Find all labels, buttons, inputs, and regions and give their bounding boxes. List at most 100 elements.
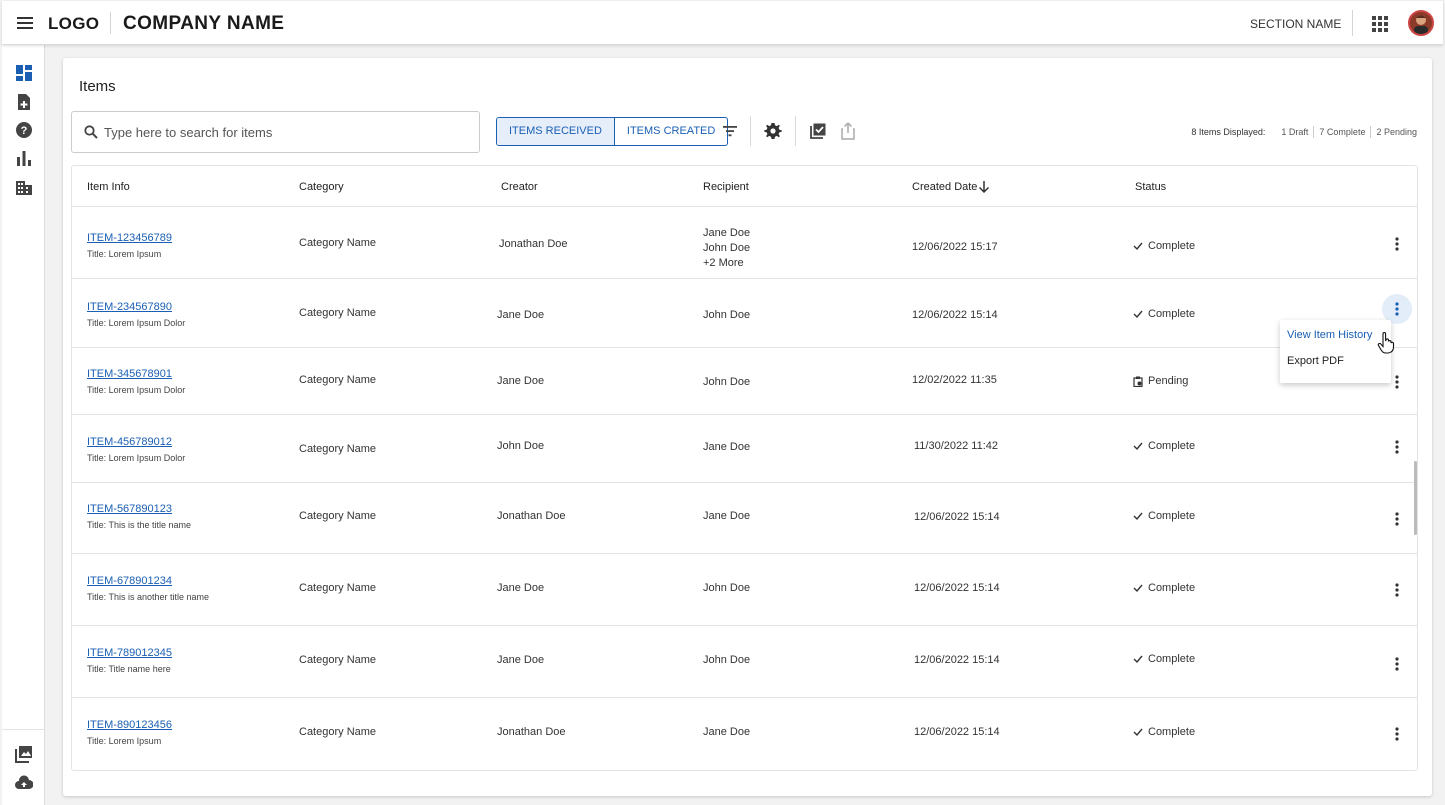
item-title: Title: Title name here — [87, 664, 171, 674]
settings-gear-icon[interactable] — [764, 122, 782, 140]
item-id-link[interactable]: ITEM-890123456 — [87, 719, 172, 731]
complete-count[interactable]: 7 Complete — [1319, 127, 1365, 137]
item-title: Title: Lorem Ipsum Dolor — [87, 318, 186, 328]
items-created-toggle[interactable]: ITEMS CREATED — [615, 118, 727, 145]
item-id-link[interactable]: ITEM-567890123 — [87, 503, 191, 515]
item-info-cell: ITEM-234567890 Title: Lorem Ipsum Dolor — [87, 301, 185, 328]
page-title: Items — [79, 78, 116, 95]
more-vert-icon[interactable] — [1389, 439, 1405, 455]
toolbar-divider — [750, 116, 751, 146]
table-row[interactable]: ITEM-890123456 Title: Lorem Ipsum Catego… — [72, 698, 1417, 770]
table-row[interactable]: ITEM-123456789 Title: Lorem Ipsum Catego… — [72, 208, 1417, 279]
share-export-icon[interactable] — [839, 122, 857, 140]
column-header-category[interactable]: Category — [299, 181, 344, 193]
status-cell: Complete — [1133, 726, 1195, 738]
search-input[interactable] — [104, 122, 464, 142]
table-row[interactable]: ITEM-345678901 Title: Lorem Ipsum Dolor … — [72, 348, 1417, 415]
item-id-link[interactable]: ITEM-123456789 — [87, 232, 172, 244]
category-cell: Category Name — [299, 443, 377, 455]
search-box[interactable] — [71, 111, 480, 153]
item-id-link[interactable]: ITEM-345678901 — [87, 368, 185, 380]
select-all-checkbox-icon[interactable] — [809, 122, 827, 140]
status-label: Pending — [1148, 375, 1189, 387]
more-vert-icon[interactable] — [1389, 511, 1405, 527]
created-date-cell: 12/02/2022 11:35 — [912, 374, 997, 386]
status-label: Complete — [1148, 440, 1196, 452]
bar-chart-icon[interactable] — [15, 149, 33, 167]
table-scrollbar[interactable] — [1414, 461, 1417, 535]
photo-library-icon[interactable] — [15, 745, 33, 763]
category-cell: Category Name — [299, 510, 377, 522]
table-row[interactable]: ITEM-456789012 Title: Lorem Ipsum Dolor … — [72, 415, 1417, 483]
items-table: Item Info Category Creator Recipient Cre… — [71, 165, 1418, 771]
left-nav-rail: ? — [2, 45, 45, 805]
column-header-creator[interactable]: Creator — [501, 181, 538, 193]
user-avatar[interactable] — [1408, 10, 1434, 36]
recipient-cell: Jane Doe John Doe +2 More — [703, 226, 750, 271]
table-row[interactable]: ITEM-789012345 Title: Title name here Ca… — [72, 626, 1417, 698]
recipient-cell: John Doe — [703, 582, 751, 594]
status-cell: Complete — [1133, 308, 1195, 320]
category-cell: Category Name — [299, 654, 377, 666]
search-icon — [84, 125, 98, 139]
category-cell: Category Name — [299, 582, 377, 594]
draft-count[interactable]: 1 Draft — [1281, 127, 1308, 137]
summary-divider — [1313, 126, 1315, 138]
view-item-history-menu-item[interactable]: View Item History — [1287, 329, 1372, 341]
sort-down-arrow-icon[interactable] — [978, 180, 990, 194]
logo[interactable]: LOGO — [48, 14, 99, 34]
item-info-cell: ITEM-890123456 Title: Lorem Ipsum — [87, 719, 172, 746]
item-id-link[interactable]: ITEM-456789012 — [87, 436, 185, 448]
item-info-cell: ITEM-456789012 Title: Lorem Ipsum Dolor — [87, 436, 185, 463]
new-document-icon[interactable] — [15, 93, 33, 111]
more-vert-icon[interactable] — [1389, 374, 1405, 390]
items-card: Items ITEMS RECEIVED ITEMS CREATED 8 Ite… — [63, 58, 1432, 796]
help-icon[interactable]: ? — [15, 121, 33, 139]
creator-cell: Jane Doe — [497, 375, 545, 387]
status-label: Complete — [1148, 240, 1196, 252]
check-icon — [1133, 512, 1143, 521]
item-id-link[interactable]: ITEM-234567890 — [87, 301, 185, 313]
status-cell: Complete — [1133, 653, 1195, 665]
column-header-item-info[interactable]: Item Info — [87, 181, 130, 193]
more-vert-icon[interactable] — [1389, 236, 1405, 252]
table-header: Item Info Category Creator Recipient Cre… — [72, 166, 1417, 207]
dashboard-icon[interactable] — [15, 64, 33, 82]
creator-cell: Jonathan Doe — [499, 238, 568, 250]
column-header-created-date[interactable]: Created Date — [912, 181, 990, 194]
export-pdf-menu-item[interactable]: Export PDF — [1287, 355, 1344, 367]
item-id-link[interactable]: ITEM-789012345 — [87, 647, 172, 659]
created-date-cell: 12/06/2022 15:14 — [914, 654, 1000, 666]
recipient-name: Jane Doe — [703, 227, 751, 239]
cloud-upload-icon[interactable] — [15, 774, 33, 792]
more-recipients[interactable]: +2 More — [703, 256, 750, 271]
items-received-toggle[interactable]: ITEMS RECEIVED — [497, 118, 615, 145]
recipient-cell: John Doe — [703, 309, 751, 321]
more-vert-icon[interactable] — [1389, 726, 1405, 742]
creator-cell: Jane Doe — [497, 654, 545, 666]
section-name[interactable]: SECTION NAME — [1250, 17, 1341, 31]
table-row[interactable]: ITEM-678901234 Title: This is another ti… — [72, 554, 1417, 626]
pending-count[interactable]: 2 Pending — [1376, 127, 1417, 137]
more-vert-icon[interactable] — [1389, 656, 1405, 672]
items-displayed-label: 8 Items Displayed: — [1191, 127, 1266, 137]
creator-cell: Jane Doe — [497, 309, 545, 321]
category-cell: Category Name — [299, 726, 377, 738]
apps-grid-icon[interactable] — [1371, 15, 1389, 33]
building-icon[interactable] — [15, 178, 33, 196]
items-toggle-group: ITEMS RECEIVED ITEMS CREATED — [496, 117, 729, 146]
pending-clipboard-icon — [1133, 376, 1143, 387]
created-date-cell: 12/06/2022 15:14 — [912, 309, 998, 321]
hamburger-menu-icon[interactable] — [15, 13, 35, 33]
item-id-link[interactable]: ITEM-678901234 — [87, 575, 209, 587]
more-vert-icon[interactable] — [1389, 582, 1405, 598]
header-divider — [1352, 10, 1353, 36]
item-title: Title: Lorem Ipsum — [87, 249, 162, 259]
status-cell: Complete — [1133, 582, 1195, 594]
table-row[interactable]: ITEM-234567890 Title: Lorem Ipsum Dolor … — [72, 279, 1417, 348]
item-title: Title: Lorem Ipsum Dolor — [87, 453, 186, 463]
column-header-recipient[interactable]: Recipient — [703, 181, 749, 193]
column-header-status[interactable]: Status — [1135, 181, 1166, 193]
filter-icon[interactable] — [721, 122, 739, 140]
table-row[interactable]: ITEM-567890123 Title: This is the title … — [72, 483, 1417, 554]
